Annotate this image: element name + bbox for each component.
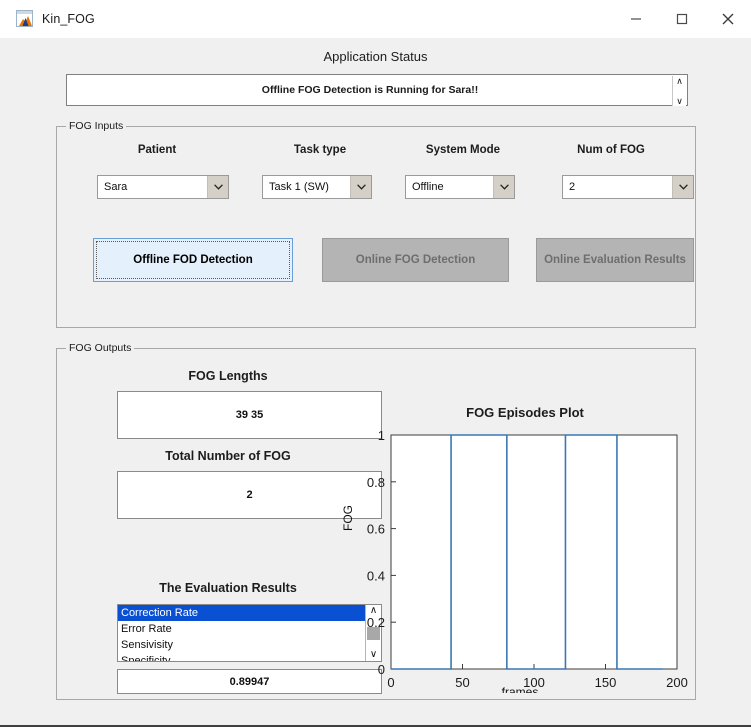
title-bar: Kin_FOG <box>0 0 751 38</box>
fog-outputs-panel: FOG Outputs FOG Lengths 39 35 Total Numb… <box>56 348 696 700</box>
scroll-down-icon[interactable]: ∨ <box>676 96 683 106</box>
online-fog-detection-button[interactable]: Online FOG Detection <box>322 238 509 282</box>
num-of-fog-dropdown-value: 2 <box>563 181 672 193</box>
scroll-up-icon[interactable]: ∧ <box>676 76 683 86</box>
y-tick-label-3: 0.6 <box>367 522 385 537</box>
y-tick-label-0: 0 <box>378 662 385 677</box>
fog-episodes-plot: FOG 0 0.2 0.4 0.6 <box>347 423 693 701</box>
application-status-heading: Application Status <box>18 49 733 64</box>
window-body: Application Status Offline FOG Detection… <box>0 38 751 727</box>
window-title: Kin_FOG <box>42 12 95 26</box>
patient-dropdown[interactable]: Sara <box>97 175 229 199</box>
fog-lengths-value: 39 35 <box>117 391 382 439</box>
plot-svg: 0 0.2 0.4 0.6 0.8 1 0 <box>347 423 693 695</box>
label-patient: Patient <box>69 144 245 156</box>
figure-canvas: Application Status Offline FOG Detection… <box>18 38 733 721</box>
chevron-down-icon[interactable] <box>672 176 693 198</box>
evaluation-results-listbox[interactable]: Correction Rate Error Rate Sensivisity S… <box>117 604 382 662</box>
fog-inputs-panel-title: FOG Inputs <box>66 120 126 132</box>
y-tick-label-5: 1 <box>378 428 385 443</box>
patient-dropdown-value: Sara <box>98 181 207 193</box>
y-tick-label-4: 0.8 <box>367 475 385 490</box>
online-evaluation-results-button[interactable]: Online Evaluation Results <box>536 238 694 282</box>
fog-inputs-panel: FOG Inputs Patient Task type System Mode… <box>56 126 696 328</box>
minimize-icon[interactable] <box>613 0 659 38</box>
label-num-of-fog: Num of FOG <box>523 144 699 156</box>
fog-episodes-plot-title: FOG Episodes Plot <box>369 405 681 420</box>
chevron-down-icon[interactable] <box>207 176 228 198</box>
fog-lengths-label: FOG Lengths <box>95 369 361 383</box>
matlab-membrane-icon <box>16 10 33 27</box>
status-textarea[interactable]: Offline FOG Detection is Running for Sar… <box>66 74 688 106</box>
total-number-of-fog-label: Total Number of FOG <box>95 449 361 463</box>
y-tick-label-2: 0.4 <box>367 568 385 583</box>
chevron-down-icon[interactable] <box>350 176 371 198</box>
list-item[interactable]: Correction Rate <box>118 605 365 621</box>
chevron-down-icon[interactable] <box>493 176 514 198</box>
fog-outputs-panel-title: FOG Outputs <box>66 342 134 354</box>
list-item[interactable]: Sensivisity <box>118 637 365 653</box>
task-type-dropdown[interactable]: Task 1 (SW) <box>262 175 372 199</box>
task-type-dropdown-value: Task 1 (SW) <box>263 181 350 193</box>
y-tick-label-1: 0.2 <box>367 615 385 630</box>
status-scrollbar[interactable]: ∧ ∨ <box>672 76 686 106</box>
application-window: Kin_FOG Application Status Offline FOG D… <box>0 0 751 727</box>
close-icon[interactable] <box>705 0 751 38</box>
system-mode-dropdown[interactable]: Offline <box>405 175 515 199</box>
plot-x-axis-label: frames <box>347 685 693 693</box>
evaluation-results-label: The Evaluation Results <box>95 581 361 595</box>
offline-fod-detection-button[interactable]: Offline FOD Detection <box>93 238 293 282</box>
maximize-icon[interactable] <box>659 0 705 38</box>
list-item[interactable]: Specificity <box>118 653 365 662</box>
list-item[interactable]: Error Rate <box>118 621 365 637</box>
system-mode-dropdown-value: Offline <box>406 181 493 193</box>
evaluation-result-value: 0.89947 <box>117 669 382 694</box>
window-controls <box>613 0 751 38</box>
num-of-fog-dropdown[interactable]: 2 <box>562 175 694 199</box>
status-message: Offline FOG Detection is Running for Sar… <box>67 84 687 96</box>
